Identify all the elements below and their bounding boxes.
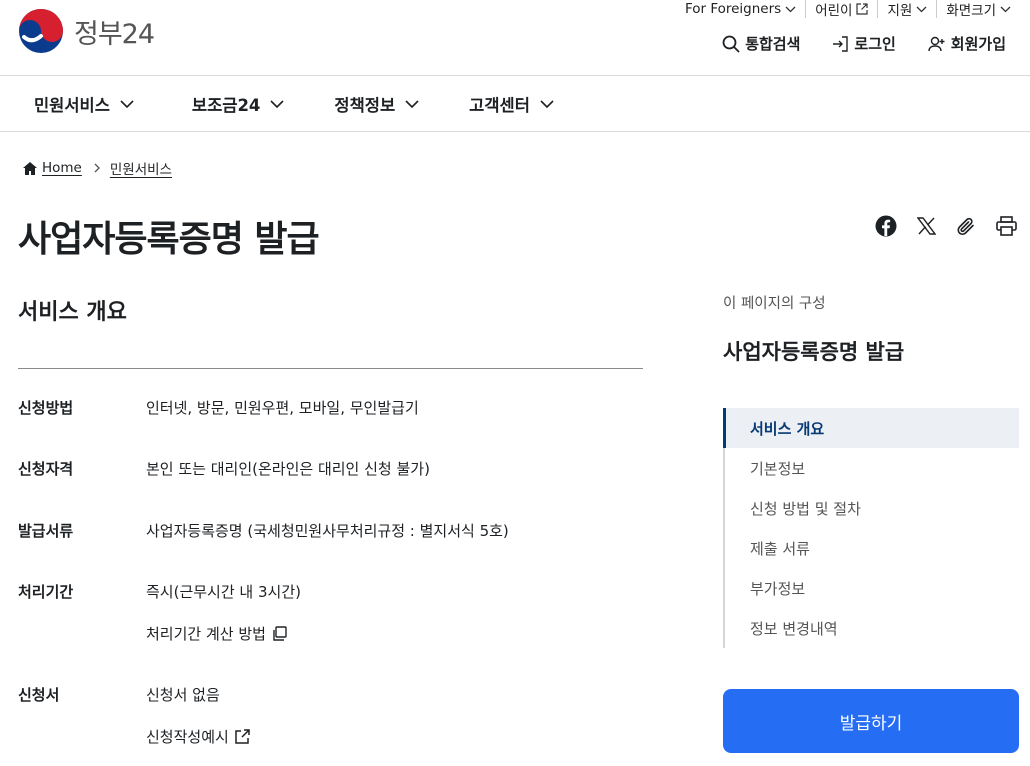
utility-menu: For Foreigners 어린이 지원 화면크기 [676,0,1020,19]
x-logo-icon [916,217,936,235]
header-actions: 통합검색 로그인 회원가입 [690,33,1006,54]
toc-caption: 이 페이지의 구성 [723,296,826,312]
signup-button[interactable]: 회원가입 [928,33,1006,54]
for-foreigners-menu[interactable]: For Foreigners [676,0,805,18]
search-button[interactable]: 통합검색 [722,33,800,54]
section-title: 서비스 개요 [18,300,127,325]
application-example-link[interactable]: 신청작성예시 [146,726,250,747]
chevron-down-icon [270,100,284,108]
toc-item-overview[interactable]: 서비스 개요 [723,408,1019,448]
toc-item-basic-info[interactable]: 기본정보 [725,448,1019,488]
login-icon [833,35,849,52]
nav-policy-info[interactable]: 정책정보 [334,92,419,116]
chevron-right-icon [94,163,100,173]
toc-item-change-history[interactable]: 정보 변경내역 [725,608,1019,648]
login-button[interactable]: 로그인 [832,33,896,54]
facebook-icon [875,215,897,237]
issue-button[interactable]: 발급하기 [723,689,1019,753]
section-divider [18,368,643,369]
info-row-documents: 발급서류 사업자등록증명 (국세청민원사무처리규정 : 별지서식 5호) [18,522,509,540]
main-navigation: 민원서비스 보조금24 정책정보 고객센터 [0,77,1030,132]
info-row-application-form: 신청서 신청서 없음 [18,686,220,704]
print-button[interactable] [994,214,1018,238]
info-row-eligibility: 신청자격 본인 또는 대리인(온라인은 대리인 신청 불가) [18,460,430,478]
chevron-down-icon [120,100,134,108]
add-user-icon [928,36,945,51]
nav-subsidy24[interactable]: 보조금24 [192,92,285,116]
paperclip-icon [957,217,974,236]
home-icon [23,161,37,175]
share-tools [858,214,1018,238]
info-row-method: 신청방법 인터넷, 방문, 민원우편, 모바일, 무인발급기 [18,399,419,417]
copy-link-button[interactable] [954,214,978,238]
page-toc: 서비스 개요 기본정보 신청 방법 및 절차 제출 서류 부가정보 정보 변경내… [723,408,1019,648]
nav-civil-service[interactable]: 민원서비스 [34,92,134,116]
breadcrumb-current[interactable]: 민원서비스 [110,158,172,178]
chevron-down-icon [916,6,927,12]
chevron-down-icon [540,100,554,108]
support-menu[interactable]: 지원 [877,0,936,19]
external-link-icon [856,3,869,15]
copy-icon [273,625,287,641]
external-link-icon [235,728,250,744]
logo-text: 정부24 [74,18,155,50]
toc-item-additional-info[interactable]: 부가정보 [725,568,1019,608]
chevron-down-icon [405,100,419,108]
gov24-logo[interactable]: 정부24 [18,8,155,54]
chevron-down-icon [785,6,796,12]
screen-size-menu[interactable]: 화면크기 [936,0,1020,19]
printer-icon [995,216,1017,236]
toc-item-documents[interactable]: 제출 서류 [725,528,1019,568]
toc-title: 사업자등록증명 발급 [723,340,905,364]
chevron-down-icon [1000,6,1011,12]
page-title: 사업자등록증명 발급 [18,219,320,260]
breadcrumb-home[interactable]: Home [42,160,82,176]
kids-link[interactable]: 어린이 [805,0,877,19]
nav-customer-center[interactable]: 고객센터 [469,92,554,116]
facebook-share-button[interactable] [874,214,898,238]
info-row-processing-time: 처리기간 즉시(근무시간 내 3시간) [18,583,301,601]
breadcrumb: Home 민원서비스 [23,158,172,178]
processing-time-calc-link[interactable]: 처리기간 계산 방법 [146,623,287,644]
toc-item-procedure[interactable]: 신청 방법 및 절차 [725,488,1019,528]
header: 정부24 For Foreigners 어린이 지원 화면크기 통합검색 로그인 [0,0,1030,76]
x-share-button[interactable] [914,214,938,238]
taegeuk-logo-icon [19,9,63,53]
search-icon [722,35,740,53]
